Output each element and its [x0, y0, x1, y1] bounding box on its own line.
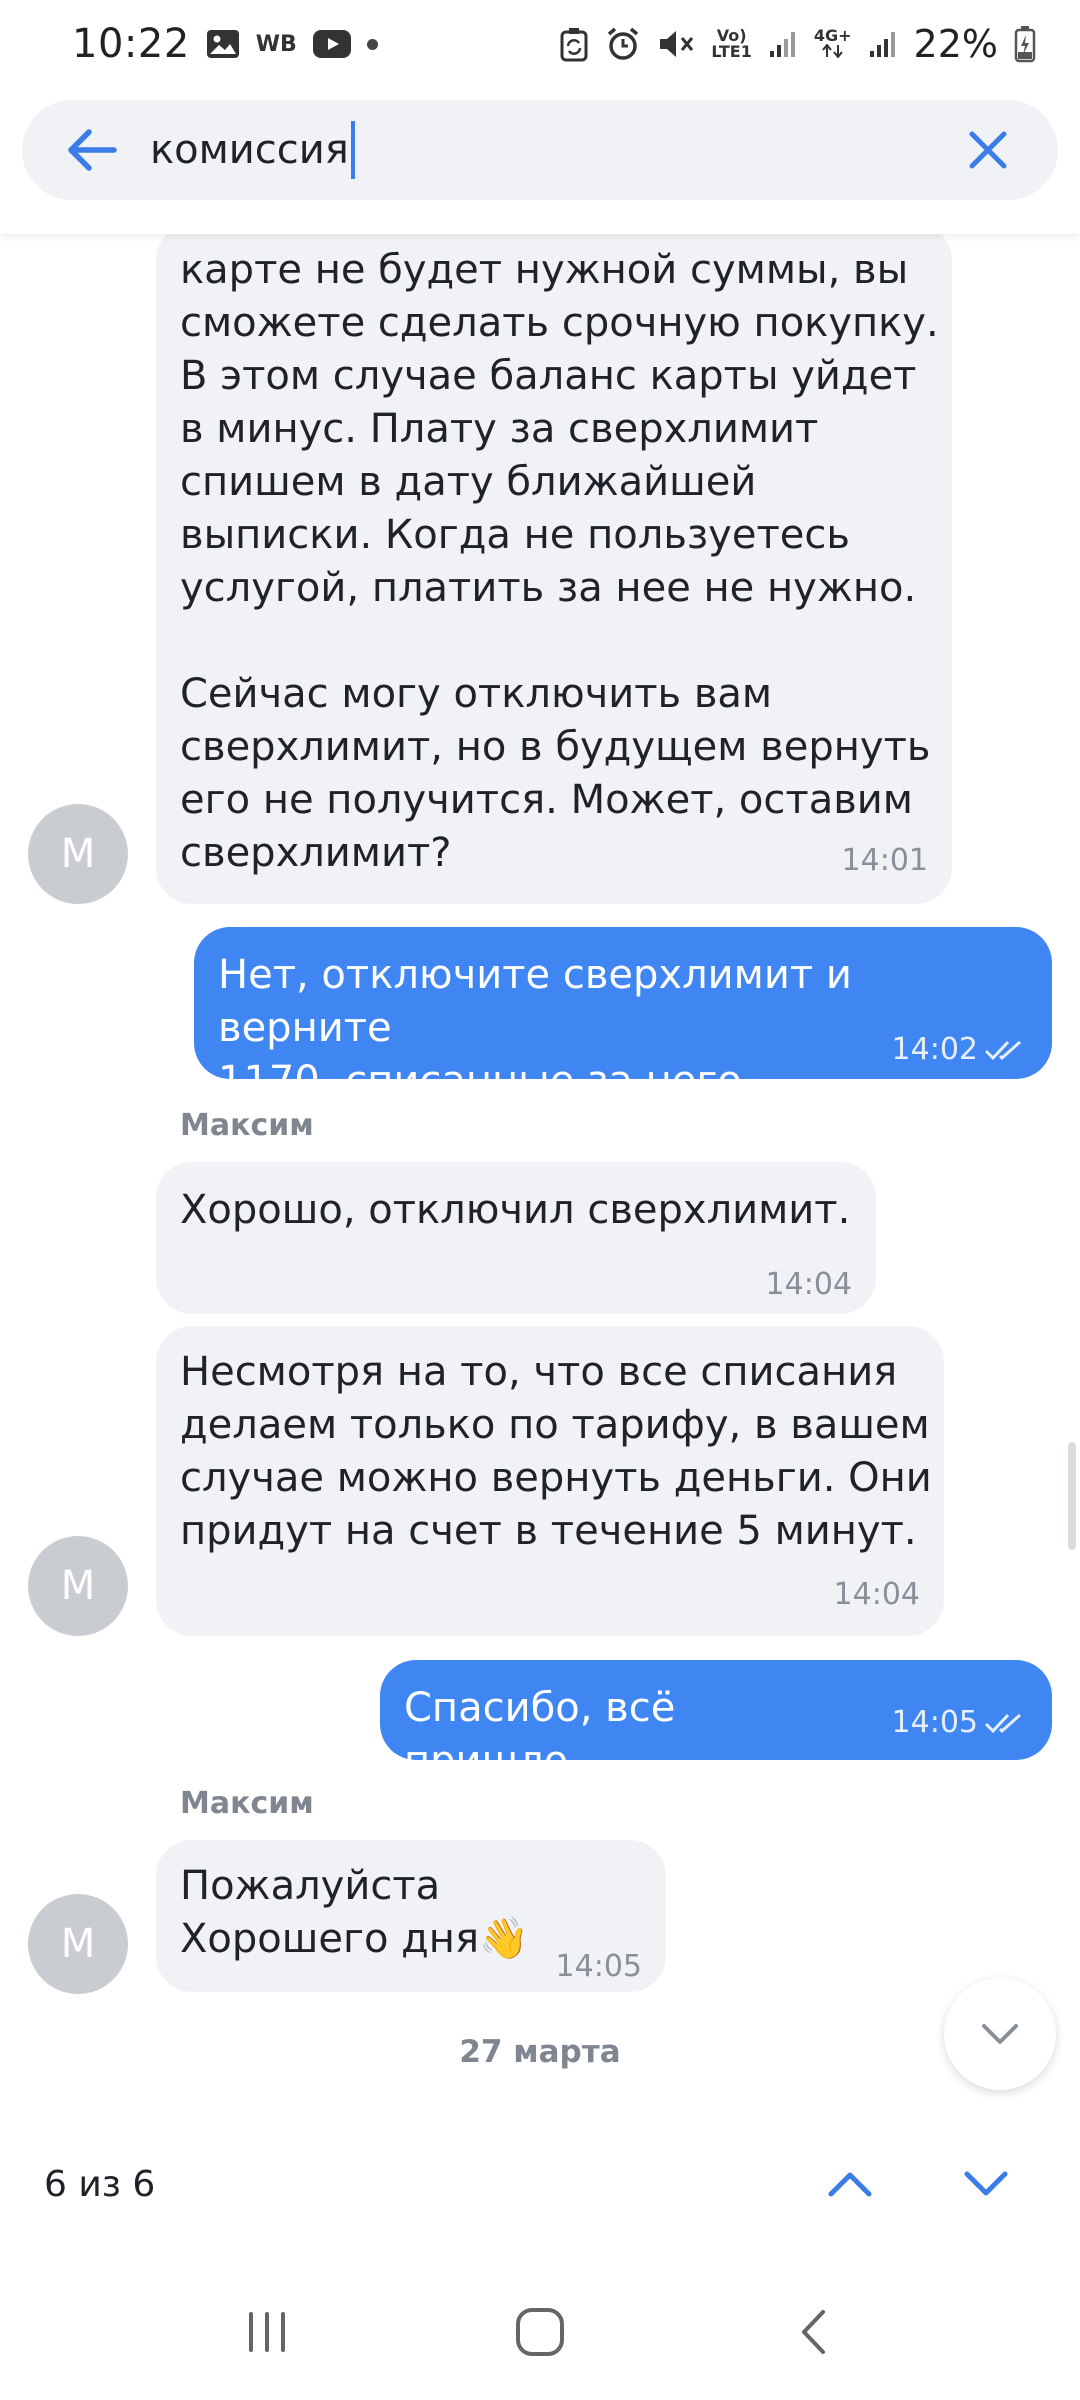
- app-root: 10:22 WB Vo) LTE1 4G+ 22% комиссия карте…: [0, 0, 1080, 2400]
- back-nav-button[interactable]: [753, 2282, 873, 2382]
- chevron-up-icon: [828, 2172, 872, 2197]
- sync-icon: [559, 26, 589, 62]
- network-4g-indicator: 4G+: [813, 25, 852, 61]
- status-bar: 10:22 WB Vo) LTE1 4G+ 22%: [0, 0, 1080, 88]
- date-separator: 27 марта: [459, 2034, 621, 2070]
- sender-name: Максим: [180, 1108, 314, 1143]
- lte-label: LTE1: [711, 42, 752, 61]
- sender-name: Максим: [180, 1786, 314, 1821]
- message-bubble-outgoing[interactable]: Спасибо, всё пришло. 14:05: [380, 1660, 1052, 1784]
- system-navigation-bar: [0, 2264, 1080, 2400]
- message-bubble-incoming[interactable]: Пожалуйста Хорошего дня👋 14:05: [156, 1840, 666, 1992]
- signal-icon-2: [868, 29, 898, 59]
- chevron-down-icon: [982, 2024, 1018, 2044]
- avatar[interactable]: М: [28, 804, 128, 904]
- message-bubble-outgoing[interactable]: Нет, отключите сверхлимит и верните 1170…: [194, 927, 1052, 1104]
- signal-icon: [768, 29, 798, 59]
- message-time: 14:02: [891, 1032, 978, 1067]
- home-icon: [515, 2308, 564, 2356]
- gallery-icon: [206, 29, 240, 59]
- message-text: карте не будет нужной суммы, вы сможете …: [180, 247, 939, 876]
- volte-indicator: Vo) LTE1: [711, 28, 752, 60]
- home-button[interactable]: [480, 2282, 600, 2382]
- message-time: 14:05: [555, 1949, 642, 1984]
- message-bubble-incoming[interactable]: карте не будет нужной суммы, вы сможете …: [156, 234, 952, 904]
- message-time: 14:04: [765, 1267, 852, 1302]
- close-icon: [969, 131, 1007, 169]
- message-text: Хорошо, отключил сверхлимит.: [180, 1187, 851, 1233]
- scroll-to-bottom-button[interactable]: [944, 1978, 1056, 2090]
- message-bubble-incoming[interactable]: Хорошо, отключил сверхлимит. 14:04: [156, 1162, 876, 1314]
- carrier-badge: WB: [255, 31, 297, 57]
- double-check-icon: [984, 1040, 1021, 1060]
- scrollbar-thumb[interactable]: [1068, 1442, 1076, 1550]
- battery-percent: 22%: [913, 22, 998, 66]
- avatar[interactable]: М: [28, 1536, 128, 1636]
- search-result-counter: 6 из 6: [44, 2163, 156, 2205]
- arrow-back-icon: [68, 129, 117, 171]
- next-result-button[interactable]: [936, 2134, 1036, 2234]
- search-pill: комиссия: [22, 100, 1058, 200]
- text-caret: [350, 121, 355, 179]
- alarm-icon: [605, 26, 641, 62]
- message-time: 14:05: [891, 1705, 978, 1740]
- message-text: Пожалуйста Хорошего дня👋: [180, 1863, 529, 1962]
- previous-result-button[interactable]: [800, 2134, 900, 2234]
- message-time-status: 14:05: [892, 1696, 1024, 1749]
- message-time: 14:01: [841, 843, 928, 878]
- search-input[interactable]: комиссия: [150, 121, 948, 179]
- clear-search-button[interactable]: [948, 110, 1028, 190]
- search-query: комиссия: [150, 127, 349, 173]
- battery-charging-icon: [1014, 25, 1036, 63]
- recent-apps-icon: [248, 2312, 285, 2352]
- double-check-icon: [984, 1713, 1021, 1733]
- message-time-status: 14:02: [892, 1023, 1024, 1076]
- message-time: 14:04: [833, 1577, 920, 1612]
- message-bubble-incoming[interactable]: Несмотря на то, что все списания делаем …: [156, 1326, 944, 1636]
- status-time: 10:22: [72, 21, 190, 67]
- data-transfer-icon: [821, 42, 843, 59]
- search-results-bar: 6 из 6: [0, 2104, 1080, 2264]
- mute-icon: [657, 27, 695, 61]
- back-button[interactable]: [52, 110, 132, 190]
- nav-back-icon: [802, 2310, 826, 2354]
- youtube-icon: [312, 30, 351, 58]
- chevron-down-icon: [964, 2171, 1008, 2196]
- status-left: 10:22 WB: [72, 21, 378, 67]
- message-text: Спасибо, всё пришло.: [404, 1685, 676, 1784]
- message-list[interactable]: карте не будет нужной суммы, вы сможете …: [0, 234, 1080, 2104]
- recent-apps-button[interactable]: [207, 2282, 327, 2382]
- message-text: Несмотря на то, что все списания делаем …: [180, 1349, 932, 1554]
- search-header: комиссия: [0, 88, 1080, 234]
- avatar[interactable]: М: [28, 1894, 128, 1994]
- network-4g-label: 4G+: [813, 25, 852, 45]
- notification-dot-icon: [366, 38, 378, 50]
- status-right: Vo) LTE1 4G+ 22%: [559, 22, 1036, 66]
